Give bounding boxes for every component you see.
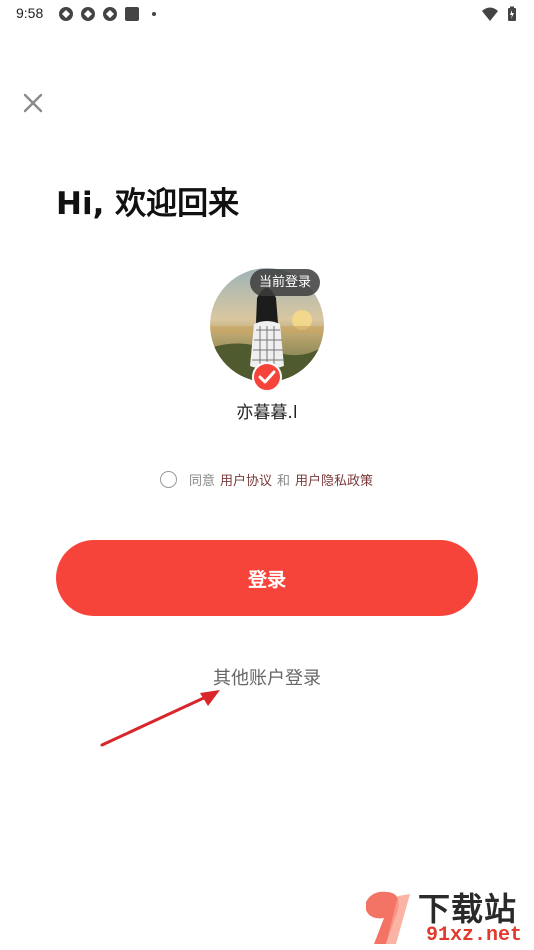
notification-icon: [59, 7, 73, 21]
app-icon: [125, 7, 139, 21]
status-bar: 9:58: [0, 0, 534, 28]
current-login-badge: 当前登录: [250, 269, 321, 296]
dot-icon: [152, 12, 156, 16]
notification-icon: [103, 7, 117, 21]
user-agreement-link[interactable]: 用户协议: [220, 470, 272, 489]
agree-prefix-text: 同意: [189, 474, 216, 489]
watermark-url: 91xz.net: [426, 924, 523, 947]
annotation-arrow-icon: [100, 690, 220, 747]
wifi-icon: [482, 7, 498, 21]
status-right-icons: [482, 6, 520, 22]
agreement-row: 同意 用户协议 和 用户隐私政策: [160, 470, 373, 489]
watermark-logo-icon: [366, 891, 410, 944]
account-username: 亦暮暮.l: [236, 403, 298, 423]
battery-icon: [508, 6, 516, 21]
status-time: 9:58: [16, 5, 44, 21]
status-notification-icons: [58, 6, 162, 22]
login-button[interactable]: 登录: [56, 540, 478, 616]
close-icon[interactable]: [20, 90, 46, 116]
notification-icon: [81, 7, 95, 21]
other-account-login-link[interactable]: 其他账户登录: [0, 664, 534, 690]
watermark: 下载站 91xz.net: [362, 884, 534, 950]
check-icon: [252, 362, 282, 392]
page-title: Hi, 欢迎回来: [56, 186, 240, 222]
agree-radio[interactable]: [160, 471, 177, 488]
privacy-policy-link[interactable]: 用户隐私政策: [295, 470, 373, 489]
agree-and-text: 和: [277, 474, 291, 489]
